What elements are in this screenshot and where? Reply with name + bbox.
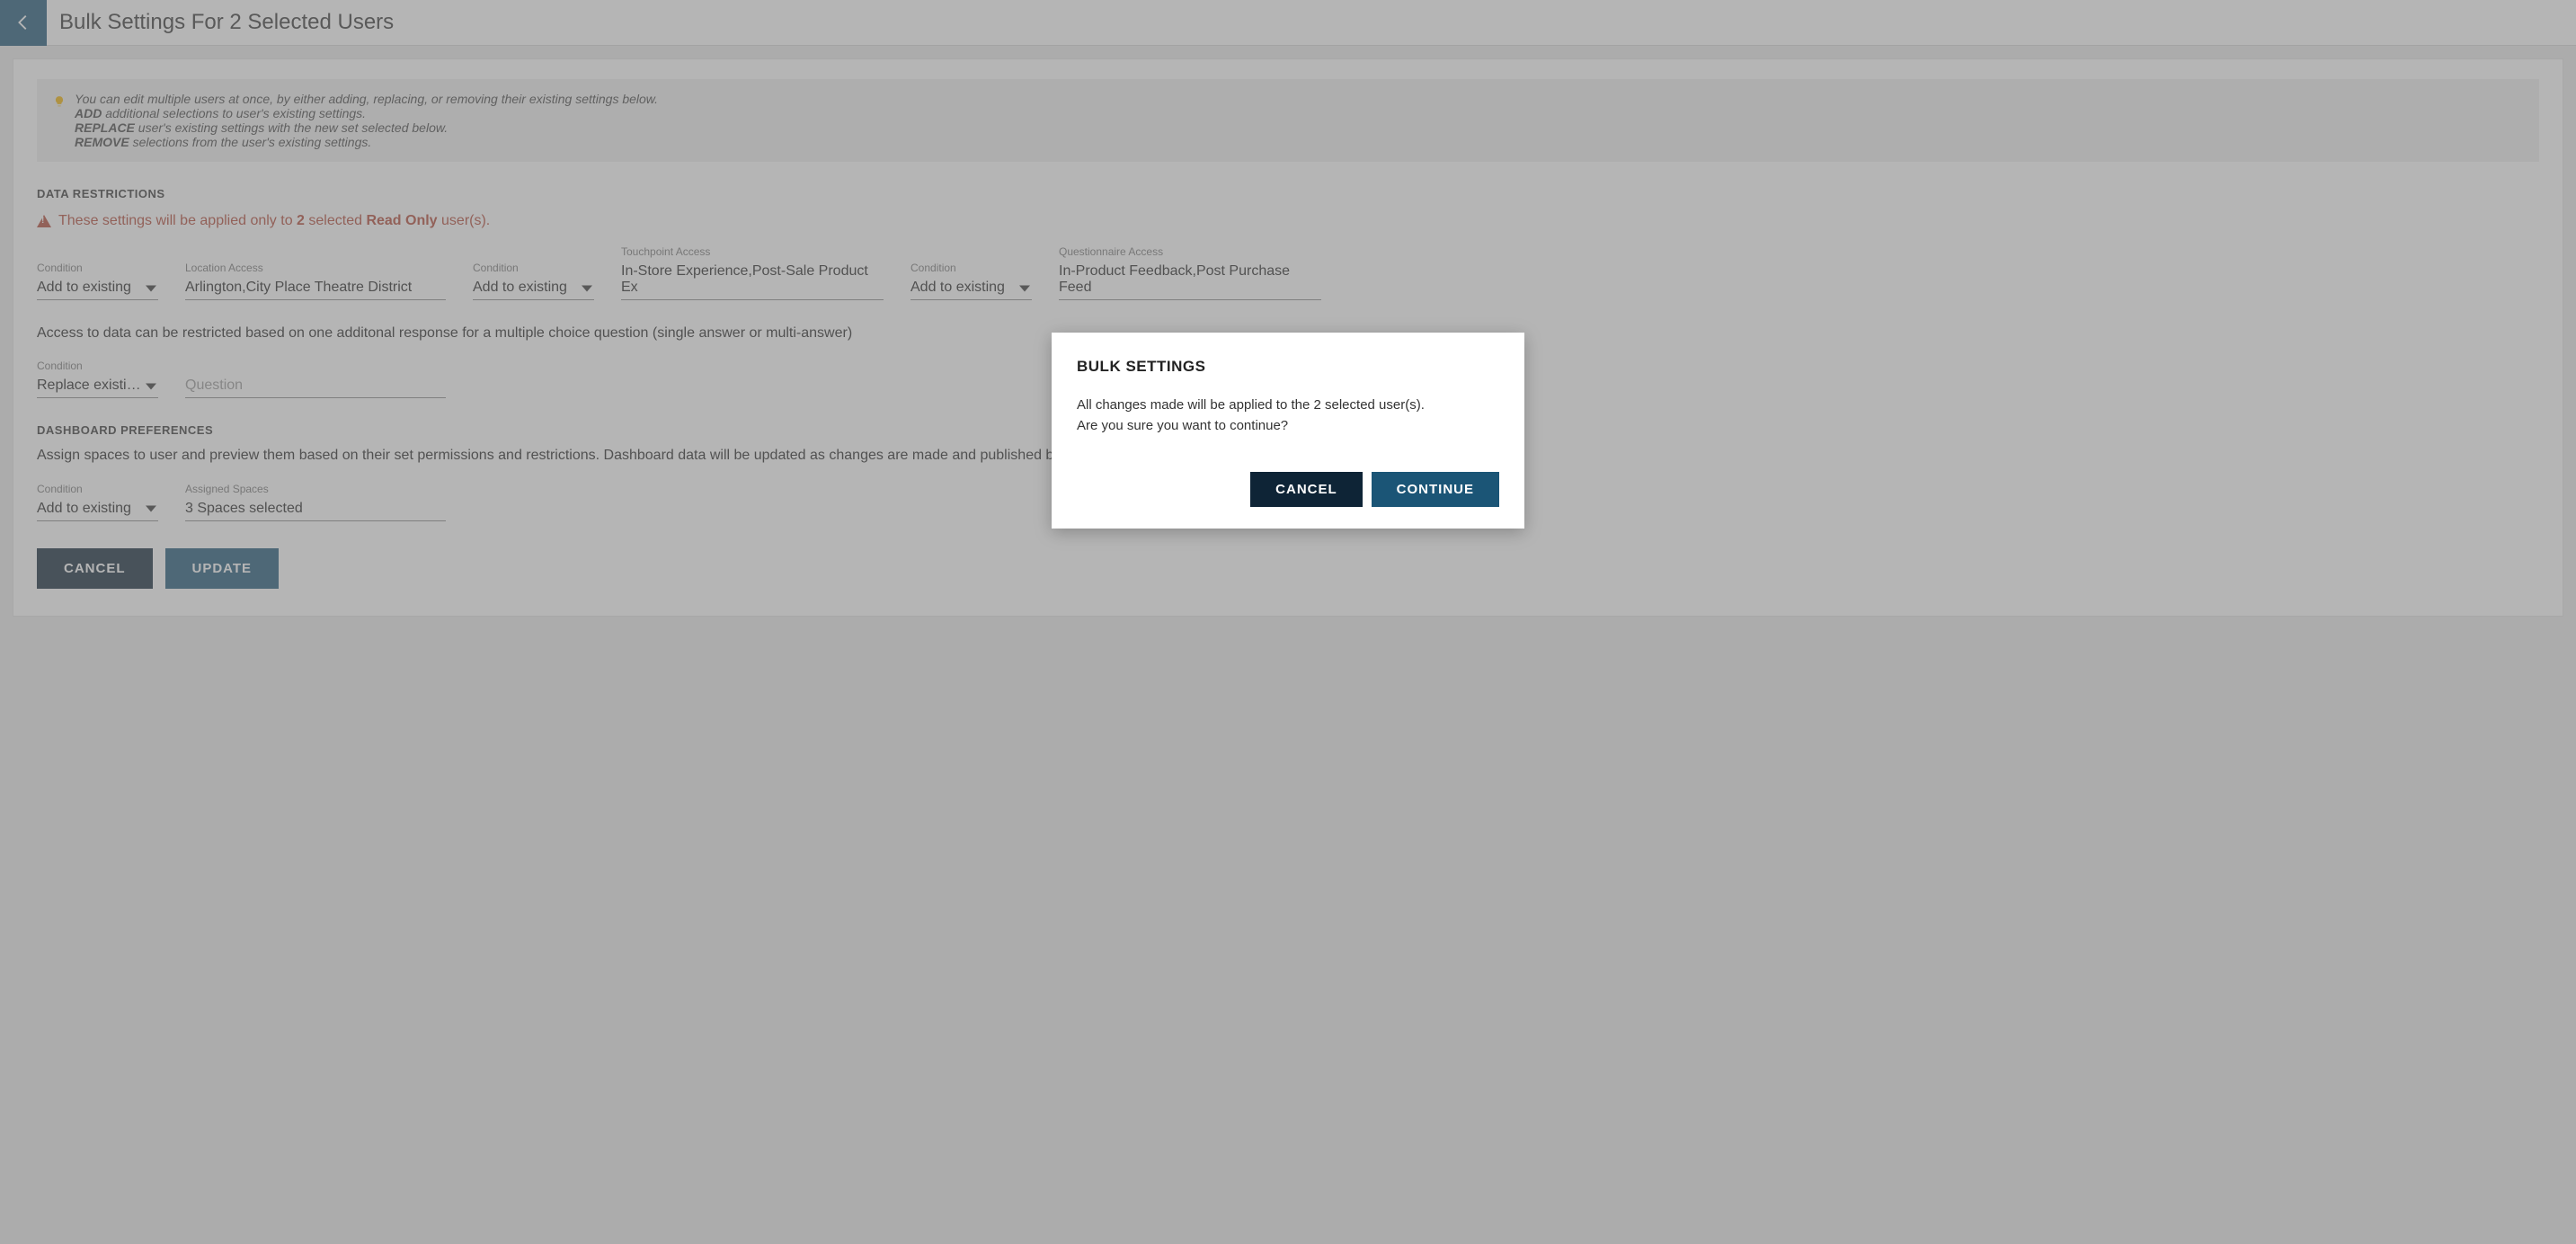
modal-body-line2: Are you sure you want to continue?	[1077, 416, 1499, 437]
modal-cancel-button[interactable]: CANCEL	[1250, 472, 1363, 507]
bulk-settings-modal: BULK SETTINGS All changes made will be a…	[1052, 333, 1524, 529]
modal-body-line1: All changes made will be applied to the …	[1077, 395, 1499, 416]
modal-continue-button[interactable]: CONTINUE	[1372, 472, 1499, 507]
modal-body: All changes made will be applied to the …	[1077, 395, 1499, 436]
modal-button-row: CANCEL CONTINUE	[1077, 472, 1499, 507]
modal-title: BULK SETTINGS	[1077, 358, 1499, 376]
modal-overlay[interactable]: BULK SETTINGS All changes made will be a…	[0, 0, 2576, 1244]
